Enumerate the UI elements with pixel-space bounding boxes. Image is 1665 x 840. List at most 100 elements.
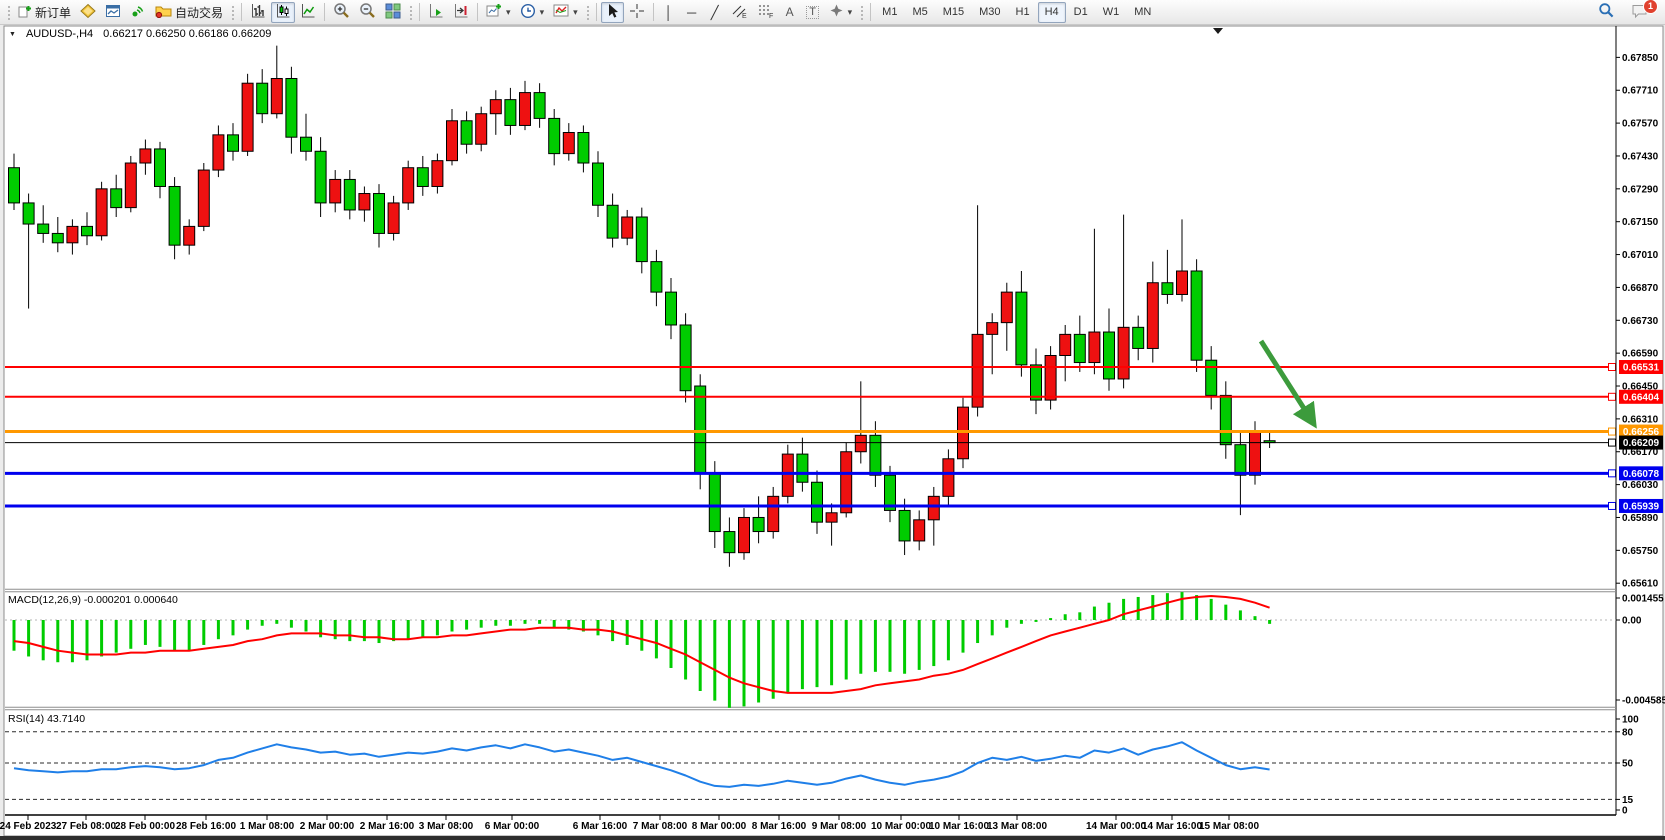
new-order-icon (18, 4, 32, 21)
search-icon (1598, 2, 1615, 22)
timeframe-button-mn[interactable]: MN (1127, 2, 1158, 23)
svg-text:0.66170: 0.66170 (1622, 447, 1659, 458)
svg-text:7 Mar 08:00: 7 Mar 08:00 (633, 821, 688, 832)
window-bottom-edge (0, 836, 1665, 840)
chevron-down-icon: ▾ (540, 7, 545, 18)
svg-text:14 Mar 16:00: 14 Mar 16:00 (1142, 821, 1202, 832)
chart-shift-button[interactable] (449, 2, 473, 23)
toolbar-drag-handle[interactable] (408, 4, 413, 20)
toolbar-separator (241, 3, 242, 21)
svg-text:28 Feb 00:00: 28 Feb 00:00 (115, 821, 175, 832)
timeframe-button-h4[interactable]: H4 (1038, 2, 1066, 23)
svg-text:0.66078: 0.66078 (1623, 469, 1660, 480)
chart-title-line: ▼ AUDUSD-,H4 0.66217 0.66250 0.66186 0.6… (9, 28, 271, 40)
periods-dropdown-button[interactable]: ▾ (516, 2, 549, 23)
chart-bars-button[interactable] (246, 2, 270, 23)
data-window-icon (105, 3, 121, 22)
autotrading-icon (155, 3, 172, 21)
svg-text:0.66870: 0.66870 (1622, 283, 1659, 294)
signal-button[interactable] (126, 2, 150, 23)
timeframe-button-w1[interactable]: W1 (1096, 2, 1127, 23)
fibonacci-tool-button[interactable]: F (753, 2, 778, 23)
svg-text:0.65890: 0.65890 (1622, 513, 1659, 524)
zoom-out-button[interactable] (355, 2, 380, 23)
bar-chart-icon (250, 3, 266, 22)
trendline-tool-button[interactable]: ╱ (704, 2, 726, 23)
price-chart-canvas[interactable]: 0.665310.664040.662560.662090.660780.659… (0, 0, 1665, 840)
horizontal-line-tool-button[interactable]: ─ (681, 2, 703, 23)
market-watch-icon (80, 3, 96, 22)
shapes-dropdown-button[interactable]: ▾ (825, 2, 857, 23)
text-tool-icon: A (786, 6, 794, 18)
svg-text:2 Mar 16:00: 2 Mar 16:00 (360, 821, 415, 832)
channel-tool-button[interactable]: E (727, 2, 752, 23)
level-line-axis-marker (1609, 502, 1616, 509)
toolbar-drag-handle[interactable] (230, 4, 235, 20)
chart-candles-button[interactable] (271, 2, 295, 23)
new-chart-icon (486, 3, 502, 21)
toolbar-drag-handle[interactable] (859, 4, 864, 20)
search-button[interactable] (1594, 2, 1619, 23)
zoom-in-button[interactable] (329, 2, 354, 23)
market-watch-button[interactable] (76, 2, 100, 23)
autotrading-button[interactable]: 自动交易 (151, 2, 227, 23)
toolbar-drag-handle[interactable] (585, 4, 590, 20)
new-chart-dropdown-button[interactable]: ▾ (482, 2, 515, 23)
timeframe-button-m15[interactable]: M15 (936, 2, 971, 23)
svg-text:6 Mar 16:00: 6 Mar 16:00 (573, 821, 628, 832)
svg-text:0.67570: 0.67570 (1622, 119, 1659, 130)
text-label-icon: T (806, 6, 819, 19)
timeframe-button-m5[interactable]: M5 (905, 2, 934, 23)
svg-text:0.67290: 0.67290 (1622, 184, 1659, 195)
svg-text:0.00: 0.00 (1622, 616, 1642, 627)
zoom-in-icon (333, 2, 350, 22)
svg-text:1 Mar 08:00: 1 Mar 08:00 (240, 821, 295, 832)
trendline-icon: ╱ (711, 6, 719, 19)
new-order-button[interactable]: 新订单 (14, 2, 75, 23)
svg-text:0.65939: 0.65939 (1623, 501, 1660, 512)
auto-scroll-button[interactable] (424, 2, 448, 23)
svg-text:14 Mar 00:00: 14 Mar 00:00 (1086, 821, 1146, 832)
notification-count-badge: 1 (1643, 0, 1658, 14)
svg-text:0.66531: 0.66531 (1623, 363, 1660, 374)
timeframe-button-d1[interactable]: D1 (1067, 2, 1095, 23)
toolbar-drag-handle[interactable] (6, 4, 11, 20)
svg-text:3 Mar 08:00: 3 Mar 08:00 (419, 821, 474, 832)
svg-text:0.67150: 0.67150 (1622, 217, 1659, 228)
timeframe-button-h1[interactable]: H1 (1009, 2, 1037, 23)
text-tool-button[interactable]: A (779, 2, 801, 23)
timeframe-button-m1[interactable]: M1 (875, 2, 904, 23)
new-order-label: 新订单 (35, 4, 71, 21)
toolbar-separator (477, 3, 478, 21)
cursor-tool-button[interactable] (601, 2, 624, 23)
data-window-button[interactable] (101, 2, 125, 23)
text-label-tool-button[interactable]: T (802, 2, 824, 23)
toolbar-separator (653, 3, 654, 21)
chart-title-expand-icon[interactable]: ▼ (9, 31, 16, 38)
svg-text:0.66730: 0.66730 (1622, 316, 1659, 327)
svg-text:8 Mar 16:00: 8 Mar 16:00 (752, 821, 807, 832)
toolbar-separator (596, 3, 597, 21)
svg-text:6 Mar 00:00: 6 Mar 00:00 (485, 821, 540, 832)
notifications-button[interactable]: 1 (1627, 2, 1653, 23)
line-chart-icon (300, 3, 316, 22)
svg-text:0: 0 (1622, 806, 1628, 817)
cursor-arrow-icon (605, 3, 620, 22)
svg-text:0.66404: 0.66404 (1623, 392, 1660, 403)
chart-shift-icon (453, 3, 469, 22)
crosshair-icon (629, 3, 645, 22)
timeframe-button-m30[interactable]: M30 (972, 2, 1007, 23)
vertical-line-tool-button[interactable]: │ (658, 2, 680, 23)
crosshair-tool-button[interactable] (625, 2, 649, 23)
auto-scroll-icon (428, 3, 444, 22)
svg-text:0.67430: 0.67430 (1622, 151, 1659, 162)
indicators-icon (553, 3, 569, 21)
svg-text:100: 100 (1622, 715, 1639, 726)
tile-windows-button[interactable] (381, 2, 405, 23)
main-toolbar: 新订单 自动交易 (0, 0, 1665, 25)
equidistant-channel-icon: E (731, 3, 748, 22)
svg-text:0.66450: 0.66450 (1622, 382, 1659, 393)
svg-text:2 Mar 00:00: 2 Mar 00:00 (300, 821, 355, 832)
chart-line-button[interactable] (296, 2, 320, 23)
indicators-dropdown-button[interactable]: ▾ (549, 2, 582, 23)
